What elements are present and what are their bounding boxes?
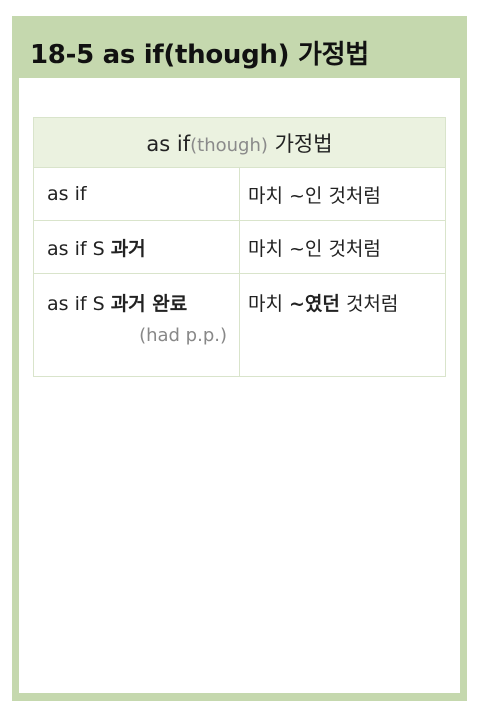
header-main: as if	[146, 131, 191, 156]
form-text: as if	[47, 183, 87, 205]
meaning-text: 마치 ~인 것처럼	[248, 184, 381, 207]
meaning-text: 마치 ~인 것처럼	[248, 237, 381, 260]
meaning-prefix: 마치	[248, 293, 283, 315]
form-cell: as if S 과거 완료 (had p.p.)	[33, 273, 240, 377]
table-header: as if(though) 가정법	[33, 117, 446, 168]
header-tail: 가정법	[274, 131, 333, 156]
form-prefix: as if S	[47, 237, 105, 260]
grammar-card: 18-5 as if(though) 가정법 as if(though) 가정법…	[12, 16, 467, 701]
meaning-suffix: 것처럼	[345, 293, 399, 315]
table-row: as if 마치 ~인 것처럼	[33, 167, 446, 221]
grammar-table: as if(though) 가정법 as if 마치 ~인 것처럼 as if …	[33, 117, 446, 377]
form-prefix: as if S	[47, 293, 105, 315]
form-bold: 과거	[110, 237, 146, 260]
card-title: 18-5 as if(though) 가정법	[30, 40, 369, 70]
form-bold: 과거 완료	[110, 293, 188, 315]
form-cell: as if S 과거	[33, 220, 240, 274]
header-sub: (though)	[190, 134, 268, 156]
table-row: as if S 과거 마치 ~인 것처럼	[33, 220, 446, 274]
form-cell: as if	[33, 167, 240, 221]
card-body: as if(though) 가정법 as if 마치 ~인 것처럼 as if …	[19, 78, 460, 693]
table-header-row: as if(though) 가정법	[33, 117, 446, 168]
table-row: as if S 과거 완료 (had p.p.) 마치 ~였던 것처럼	[33, 273, 446, 377]
form-note: (had p.p.)	[139, 325, 227, 346]
meaning-cell: 마치 ~였던 것처럼	[239, 273, 446, 377]
meaning-cell: 마치 ~인 것처럼	[239, 220, 446, 274]
meaning-bold: ~였던	[289, 293, 340, 315]
meaning-cell: 마치 ~인 것처럼	[239, 167, 446, 221]
